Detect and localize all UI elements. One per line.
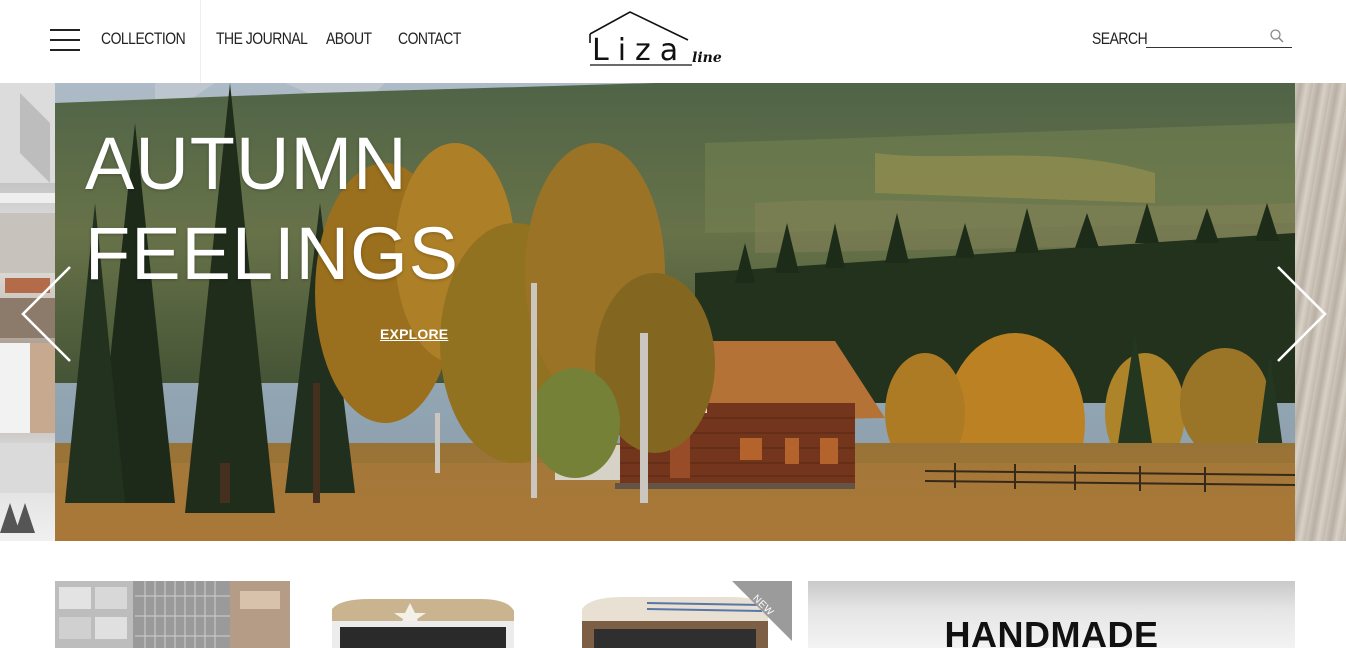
- logo-house-icon: Liza line: [589, 11, 722, 68]
- product-tile-star-stool[interactable]: [310, 581, 540, 648]
- logo-wordmark: Liza: [592, 33, 687, 68]
- nav-the-journal[interactable]: THE JOURNAL: [216, 29, 308, 49]
- search-icon[interactable]: [1269, 28, 1285, 44]
- hero-title-line-1: AUTUMN: [85, 122, 408, 205]
- hero-title: AUTUMN FEELINGS: [85, 119, 459, 299]
- nav-divider: [200, 0, 201, 83]
- handmade-promo-banner[interactable]: HANDMADE: [808, 581, 1295, 648]
- product-grid: HANDMADE: [0, 541, 1346, 648]
- nav-collection[interactable]: COLLECTION: [101, 29, 186, 49]
- chevron-left-icon[interactable]: [20, 265, 72, 363]
- handmade-title: HANDMADE: [944, 614, 1159, 648]
- search-label: SEARCH: [1092, 29, 1148, 48]
- hero-title-line-2: FEELINGS: [85, 212, 459, 295]
- chevron-right-icon[interactable]: [1276, 265, 1328, 363]
- nav-contact[interactable]: CONTACT: [398, 29, 461, 49]
- nav-about[interactable]: ABOUT: [326, 29, 372, 49]
- logo-subword: line: [692, 50, 722, 66]
- shelf-product-image: [55, 581, 290, 648]
- hero-slider: AUTUMN FEELINGS EXPLORE: [55, 83, 1295, 541]
- explore-link[interactable]: EXPLORE: [380, 326, 448, 342]
- hamburger-menu-icon[interactable]: [50, 28, 80, 52]
- star-stool-image: [332, 599, 514, 648]
- product-tile-shelf[interactable]: [55, 581, 290, 648]
- site-header: COLLECTION THE JOURNAL ABOUT CONTACT Liz…: [0, 0, 1346, 83]
- new-badge: NEW: [732, 581, 792, 641]
- site-logo[interactable]: Liza line: [586, 10, 728, 70]
